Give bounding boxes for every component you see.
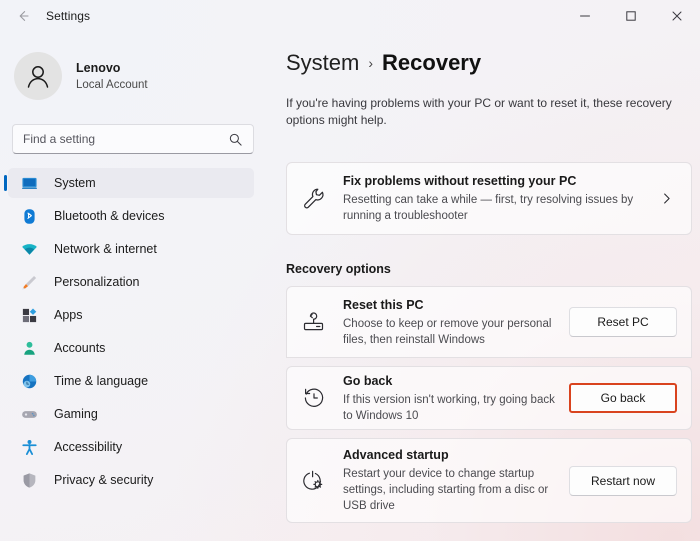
account-name: Lenovo (76, 60, 121, 75)
page-description: If you're having problems with your PC o… (286, 96, 672, 127)
restart-now-button[interactable]: Restart now (569, 465, 677, 496)
maximize-icon (626, 11, 636, 21)
sidebar-item-accounts[interactable]: Accounts (8, 333, 254, 363)
close-icon (672, 11, 682, 21)
search-input[interactable] (13, 132, 228, 146)
sidebar-item-accessibility[interactable]: Accessibility (8, 432, 254, 462)
sidebar-item-label: Accessibility (54, 440, 123, 454)
breadcrumb-separator-icon: › (368, 55, 374, 71)
account-type: Local Account (76, 78, 148, 91)
sidebar-item-time-language[interactable]: Time & language (8, 366, 254, 396)
sidebar-nav: System Bluetooth & devices Network & int… (0, 168, 268, 495)
reset-pc-icon (299, 307, 329, 337)
sidebar-item-label: Gaming (54, 407, 98, 421)
sidebar-item-gaming[interactable]: Gaming (8, 399, 254, 429)
sidebar-item-bluetooth-devices[interactable]: Bluetooth & devices (8, 201, 254, 231)
wrench-icon (299, 184, 329, 214)
reset-pc-button[interactable]: Reset PC (569, 307, 677, 337)
option-card-advanced-startup: Advanced startup Restart your device to … (286, 438, 692, 523)
shield-icon (20, 471, 38, 489)
minimize-icon (580, 15, 590, 17)
section-heading: Recovery options (286, 262, 391, 276)
card-title: Fix problems without resetting your PC (343, 174, 577, 188)
bluetooth-icon (20, 207, 38, 225)
card-title: Reset this PC (343, 297, 424, 312)
sidebar-item-apps[interactable]: Apps (8, 300, 254, 330)
close-button[interactable] (654, 0, 700, 32)
sidebar-item-label: Apps (54, 308, 83, 322)
search-box[interactable] (12, 124, 254, 154)
back-arrow-icon (19, 11, 29, 21)
card-subtitle: Choose to keep or remove your personal f… (343, 317, 552, 346)
window-title: Settings (46, 9, 91, 23)
settings-window: Settings Lenovo Local Account Find a set… (0, 0, 700, 541)
back-button[interactable] (6, 1, 40, 31)
person-icon (20, 339, 38, 357)
power-gear-icon (299, 466, 329, 496)
fix-problems-card[interactable]: Fix problems without resetting your PC R… (286, 162, 692, 235)
history-clock-icon (299, 383, 329, 413)
sidebar-item-label: Privacy & security (54, 473, 154, 487)
wifi-icon (20, 240, 38, 258)
title-bar: Settings (0, 0, 700, 32)
gamepad-icon (20, 405, 38, 423)
person-avatar-icon (27, 66, 49, 88)
sidebar-item-network-internet[interactable]: Network & internet (8, 234, 254, 264)
card-title: Go back (343, 373, 393, 388)
card-subtitle: If this version isn't working, try going… (343, 393, 555, 422)
option-card-go-back: Go back If this version isn't working, t… (286, 366, 692, 430)
sidebar-item-personalization[interactable]: Personalization (8, 267, 254, 297)
sidebar-item-label: Bluetooth & devices (54, 209, 165, 223)
chevron-right-icon[interactable] (655, 192, 677, 205)
sidebar-item-label: Network & internet (54, 242, 157, 256)
minimize-button[interactable] (562, 0, 608, 32)
page-title: Recovery (382, 50, 482, 75)
paintbrush-icon (20, 273, 38, 291)
sidebar-item-label: System (54, 176, 96, 190)
monitor-icon (20, 174, 38, 192)
card-subtitle: Resetting can take a while — first, try … (343, 194, 634, 222)
sidebar: Lenovo Local Account Find a setting Syst… (0, 32, 268, 541)
go-back-button[interactable]: Go back (569, 383, 677, 413)
sidebar-item-system[interactable]: System (4, 168, 254, 198)
clock-icon (20, 372, 38, 390)
sidebar-item-privacy-security[interactable]: Privacy & security (8, 465, 254, 495)
breadcrumb-parent[interactable]: System (286, 50, 359, 76)
sidebar-item-label: Time & language (54, 374, 149, 388)
avatar (14, 52, 62, 100)
card-subtitle: Restart your device to change startup se… (343, 468, 549, 512)
account-section[interactable]: Lenovo Local Account (0, 44, 268, 108)
apps-grid-icon (20, 306, 38, 324)
card-title: Advanced startup (343, 448, 449, 462)
accessibility-person-icon (20, 438, 38, 456)
maximize-button[interactable] (608, 0, 654, 32)
search-icon (228, 132, 253, 147)
sidebar-item-label: Personalization (54, 275, 140, 289)
breadcrumb: System › Recovery (286, 50, 692, 84)
option-card-reset-this-pc: Reset this PC Choose to keep or remove y… (286, 286, 692, 358)
sidebar-item-label: Accounts (54, 341, 106, 355)
window-controls (562, 0, 700, 32)
